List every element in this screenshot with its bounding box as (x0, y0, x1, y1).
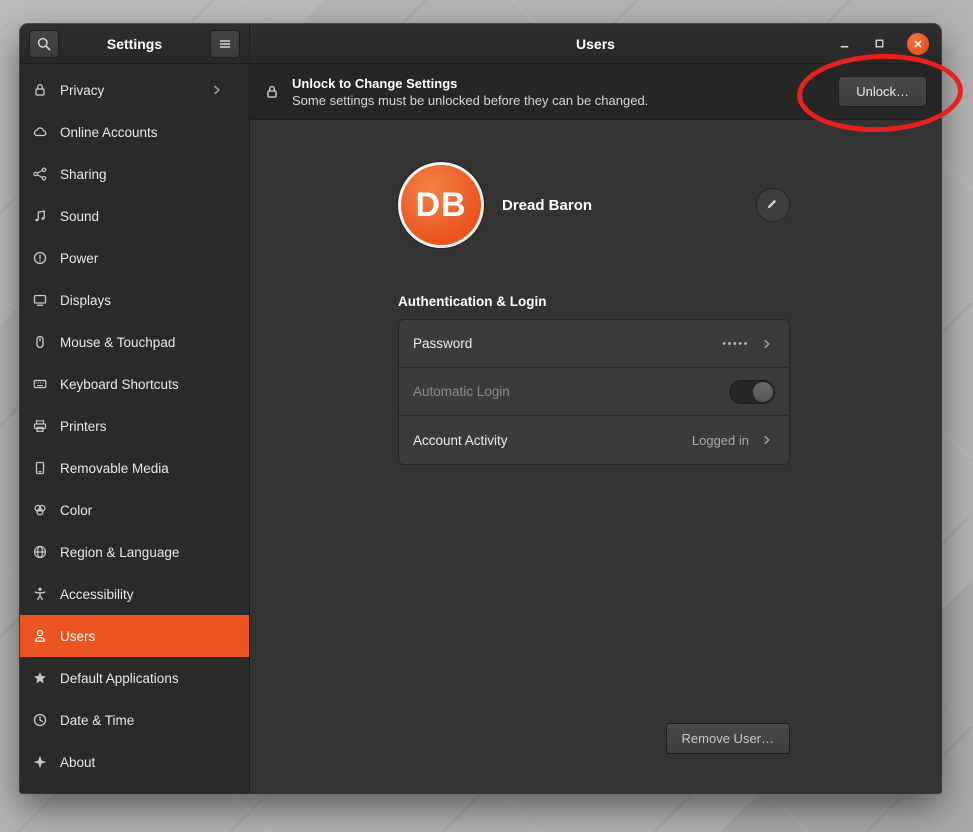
content-headerbar: Users (250, 24, 941, 63)
sidebar-item-label: Keyboard Shortcuts (60, 377, 179, 392)
remove-user-button[interactable]: Remove User… (666, 723, 790, 754)
avatar[interactable]: DB (398, 162, 484, 248)
users-main: DB Dread Baron Authentication & Login Pa… (250, 120, 941, 793)
sidebar-item-mouse-touchpad[interactable]: Mouse & Touchpad (20, 321, 249, 363)
power-icon (32, 250, 48, 266)
sidebar-item-privacy[interactable]: Privacy (20, 69, 249, 111)
sidebar-item-label: Accessibility (60, 587, 134, 602)
mouse-icon (32, 334, 48, 350)
banner-subtitle: Some settings must be unlocked before th… (292, 93, 648, 108)
chevron-right-icon (759, 336, 775, 352)
automatic-login-row: Automatic Login (399, 368, 789, 416)
sidebar-item-label: Removable Media (60, 461, 169, 476)
sidebar-title: Settings (107, 36, 162, 52)
cloud-icon (32, 124, 48, 140)
chevron-right-icon (209, 82, 225, 98)
sidebar-item-label: Color (60, 503, 92, 518)
user-header: DB Dread Baron (398, 162, 790, 248)
password-dots: ••••• (722, 338, 749, 350)
sidebar-item-printers[interactable]: Printers (20, 405, 249, 447)
sidebar-item-users[interactable]: Users (20, 615, 249, 657)
banner-title: Unlock to Change Settings (292, 76, 648, 91)
sidebar-item-sharing[interactable]: Sharing (20, 153, 249, 195)
sidebar-item-label: About (60, 755, 95, 770)
sidebar-item-about[interactable]: About (20, 741, 249, 783)
auth-list: Password ••••• Automatic Login (398, 319, 790, 465)
account-activity-row[interactable]: Account Activity Logged in (399, 416, 789, 464)
sidebar-item-keyboard-shortcuts[interactable]: Keyboard Shortcuts (20, 363, 249, 405)
unlock-banner: Unlock to Change Settings Some settings … (250, 64, 941, 120)
user-name: Dread Baron (502, 197, 592, 214)
sparkle-icon (32, 754, 48, 770)
minimize-button[interactable] (837, 36, 852, 51)
sidebar-item-label: Privacy (60, 83, 104, 98)
lock-icon (32, 82, 48, 98)
sidebar: Privacy Online Accounts Sharing (20, 64, 250, 793)
sidebar-item-label: Power (60, 251, 98, 266)
account-activity-value: Logged in (692, 433, 749, 448)
menu-button[interactable] (210, 30, 240, 58)
sidebar-item-online-accounts[interactable]: Online Accounts (20, 111, 249, 153)
banner-text: Unlock to Change Settings Some settings … (292, 76, 648, 108)
sidebar-item-accessibility[interactable]: Accessibility (20, 573, 249, 615)
music-note-icon (32, 208, 48, 224)
page-title: Users (576, 36, 615, 52)
hamburger-menu-icon (217, 36, 233, 52)
printer-icon (32, 418, 48, 434)
user-icon (32, 628, 48, 644)
accessibility-icon (32, 586, 48, 602)
color-icon (32, 502, 48, 518)
sidebar-item-default-applications[interactable]: Default Applications (20, 657, 249, 699)
sidebar-item-region-language[interactable]: Region & Language (20, 531, 249, 573)
sidebar-item-label: Date & Time (60, 713, 134, 728)
unlock-button[interactable]: Unlock… (838, 76, 927, 107)
keyboard-icon (32, 376, 48, 392)
remove-user-area: Remove User… (398, 723, 790, 754)
star-icon (32, 670, 48, 686)
row-label: Password (413, 336, 472, 351)
auth-section-heading: Authentication & Login (398, 294, 790, 309)
sidebar-item-label: Online Accounts (60, 125, 158, 140)
window-controls (837, 24, 929, 63)
share-icon (32, 166, 48, 182)
row-label: Account Activity (413, 433, 508, 448)
lock-icon (264, 84, 280, 100)
search-icon (36, 36, 52, 52)
sidebar-item-label: Default Applications (60, 671, 179, 686)
toggle-knob (753, 382, 773, 402)
maximize-button[interactable] (872, 36, 887, 51)
users-panel: Unlock to Change Settings Some settings … (250, 64, 941, 793)
device-icon (32, 460, 48, 476)
sidebar-item-date-time[interactable]: Date & Time (20, 699, 249, 741)
sidebar-item-label: Sharing (60, 167, 107, 182)
row-label: Automatic Login (413, 384, 510, 399)
monitor-icon (32, 292, 48, 308)
sidebar-item-label: Mouse & Touchpad (60, 335, 175, 350)
automatic-login-toggle[interactable] (729, 380, 775, 404)
search-button[interactable] (29, 30, 59, 58)
sidebar-item-label: Region & Language (60, 545, 179, 560)
sidebar-item-displays[interactable]: Displays (20, 279, 249, 321)
settings-window: Settings Users (20, 24, 941, 793)
sidebar-item-label: Printers (60, 419, 107, 434)
globe-icon (32, 544, 48, 560)
sidebar-item-label: Displays (60, 293, 111, 308)
titlebar: Settings Users (20, 24, 941, 64)
sidebar-headerbar: Settings (20, 24, 250, 63)
chevron-right-icon (759, 432, 775, 448)
clock-icon (32, 712, 48, 728)
edit-name-button[interactable] (756, 188, 790, 222)
close-button[interactable] (907, 33, 929, 55)
sidebar-item-label: Sound (60, 209, 99, 224)
sidebar-item-removable-media[interactable]: Removable Media (20, 447, 249, 489)
pencil-icon (765, 197, 781, 213)
sidebar-item-power[interactable]: Power (20, 237, 249, 279)
password-row[interactable]: Password ••••• (399, 320, 789, 368)
sidebar-item-color[interactable]: Color (20, 489, 249, 531)
sidebar-item-sound[interactable]: Sound (20, 195, 249, 237)
sidebar-item-label: Users (60, 629, 95, 644)
